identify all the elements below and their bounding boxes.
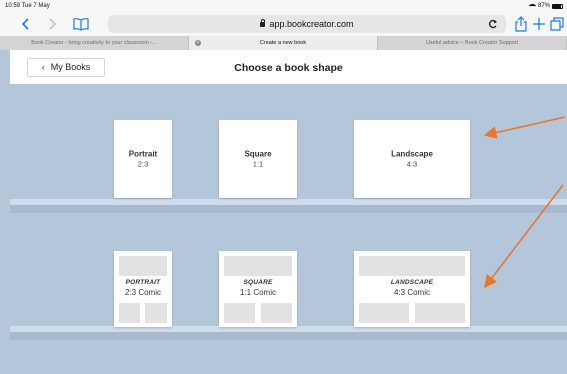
arrow-to-shapes: [483, 116, 566, 139]
annotation-arrows: [483, 116, 566, 289]
arrow-to-comics: [484, 184, 564, 289]
screen: 10:59 Tue 7 May 87% app.bookcreator.com: [0, 0, 567, 374]
